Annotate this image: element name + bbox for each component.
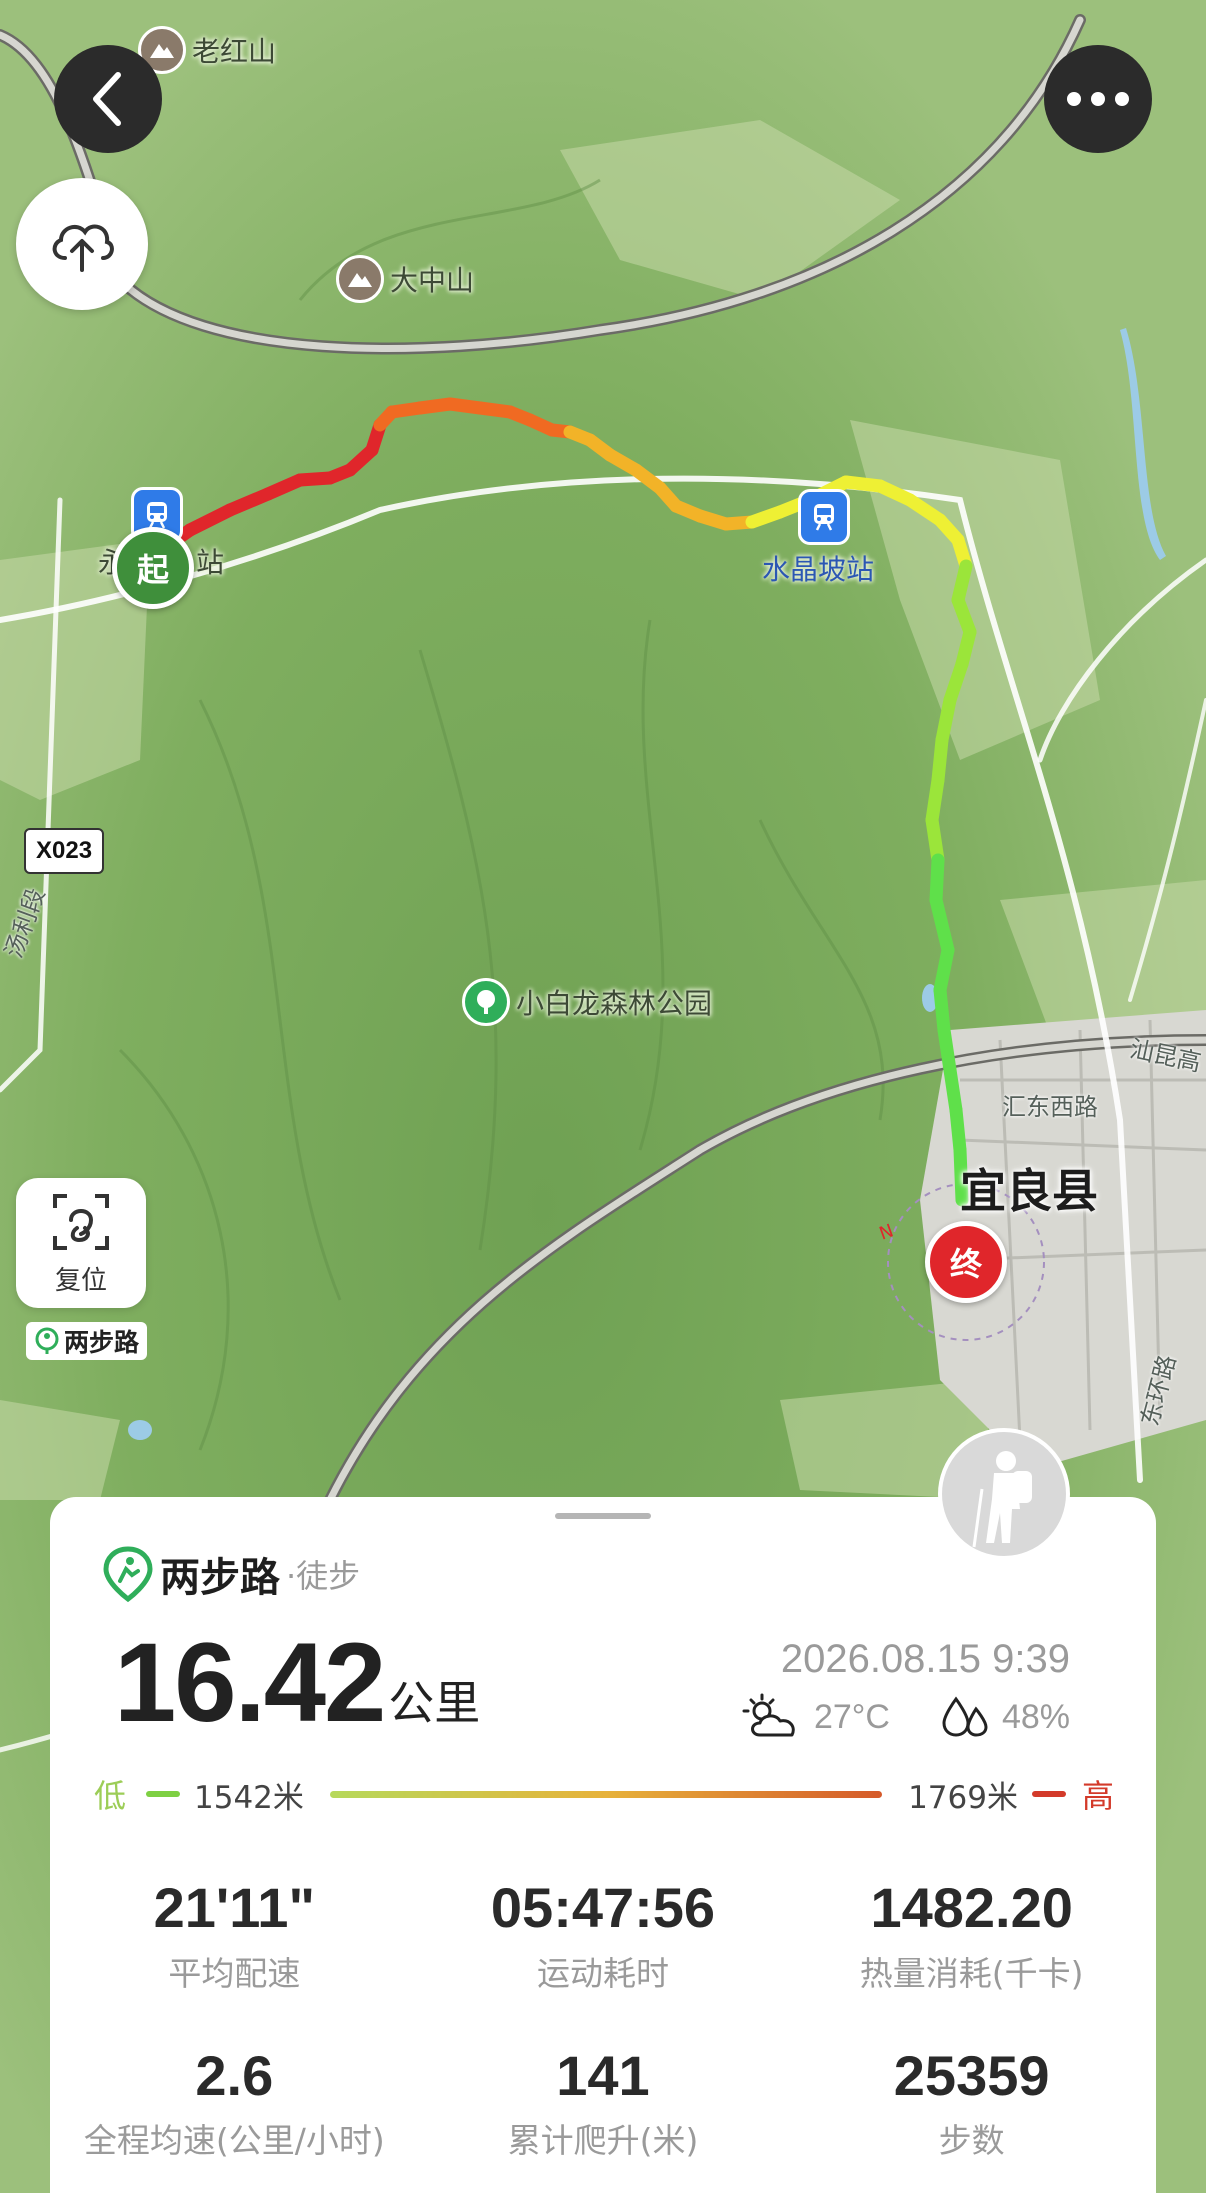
elevation-high-value: 1769米 <box>908 1779 1018 1816</box>
high-color-swatch <box>1031 1791 1066 1797</box>
brand-logo-icon <box>103 1546 153 1603</box>
train-station-icon[interactable] <box>798 489 850 545</box>
chevron-left-icon <box>93 72 121 126</box>
stat-label: 全程均速(公里/小时) <box>83 2121 385 2161</box>
user-avatar[interactable] <box>938 1428 1070 1560</box>
poi-mountain-laohongshan[interactable]: 老红山 <box>138 26 276 74</box>
stat-value: 21'11" <box>153 1876 315 1939</box>
drag-handle[interactable] <box>555 1513 651 1519</box>
elevation-legend: 低 1542米 1769米 高 <box>94 1769 1114 1819</box>
humidity-icon <box>942 1696 988 1737</box>
stat-value: 25359 <box>893 2043 1050 2107</box>
stat-label: 热量消耗(千卡) <box>859 1953 1084 1993</box>
hiker-avatar-icon <box>972 1451 1032 1548</box>
total-distance: 16.42 公里 <box>114 1627 480 1739</box>
road-badge-x023[interactable]: X023 <box>24 828 105 874</box>
mountain-icon <box>336 255 384 303</box>
poi-label: 老红山 <box>192 35 277 68</box>
stat-label: 运动耗时 <box>536 1953 669 1993</box>
elevation-low-value: 1542米 <box>194 1779 304 1816</box>
activity-type: ·徒步 <box>286 1557 361 1595</box>
stat-elevation-gain: 141 累计爬升(米) <box>419 2043 788 2163</box>
brand-watermark: 两步路 <box>26 1322 148 1360</box>
stat-calories: 1482.20 热量消耗(千卡) <box>787 1877 1156 1995</box>
stat-label: 步数 <box>938 2121 1005 2161</box>
stat-value: 2.6 <box>195 2043 274 2107</box>
stat-value: 1482.20 <box>870 1876 1073 1939</box>
back-button[interactable] <box>54 45 162 153</box>
stat-label: 累计爬升(米) <box>507 2121 699 2161</box>
cloud-upload-icon <box>52 224 114 272</box>
reset-label: 复位 <box>54 1265 107 1296</box>
poi-label: 小白龙森林公园 <box>516 987 713 1020</box>
stat-avg-pace: 21'11" 平均配速 <box>50 1877 419 1995</box>
road-label-huidong: 汇东西路 <box>1002 1093 1098 1121</box>
city-label: 宜良县 <box>960 1164 1098 1218</box>
elevation-low-label: 低 <box>94 1777 127 1815</box>
route-end-marker[interactable]: 终 <box>925 1221 1007 1303</box>
distance-value: 16.42 <box>114 1620 386 1745</box>
stat-avg-speed: 2.6 全程均速(公里/小时) <box>50 2043 419 2163</box>
stat-label: 平均配速 <box>168 1953 301 1993</box>
elevation-gradient-bar <box>329 1790 883 1798</box>
low-color-swatch <box>146 1791 180 1797</box>
stat-steps: 25359 步数 <box>787 2043 1156 2163</box>
elevation-high-label: 高 <box>1081 1777 1114 1815</box>
temperature: 27°C <box>813 1697 890 1736</box>
reset-view-button[interactable]: 复位 <box>16 1178 146 1308</box>
stat-value: 141 <box>556 2043 650 2107</box>
tree-icon <box>462 978 510 1026</box>
more-dots-icon <box>1067 92 1129 106</box>
more-button[interactable] <box>1044 45 1152 153</box>
activity-datetime: 2026.08.15 9:39 <box>780 1637 1070 1681</box>
brand-name: 两步路 <box>160 1555 280 1601</box>
cloud-upload-button[interactable] <box>16 178 148 310</box>
humidity: 48% <box>1001 1697 1070 1736</box>
stat-duration: 05:47:56 运动耗时 <box>419 1877 788 1995</box>
poi-label: 大中山 <box>390 264 475 297</box>
stat-value: 05:47:56 <box>490 1876 716 1939</box>
poi-mountain-dazhongshan[interactable]: 大中山 <box>336 255 474 303</box>
route-start-marker[interactable]: 起 <box>112 527 194 609</box>
brand-tag-label: 两步路 <box>64 1328 140 1357</box>
track-summary-card: 两步路 ·徒步 16.42 公里 2026.08.15 9:39 27°C 48… <box>50 1497 1156 2193</box>
brand-row: 两步路 ·徒步 <box>102 1545 360 1603</box>
partly-cloudy-icon <box>742 1693 795 1737</box>
reset-location-icon <box>53 1193 109 1250</box>
weather-row: 27°C 48% <box>742 1693 1070 1741</box>
brand-logo-icon <box>35 1327 59 1354</box>
distance-unit: 公里 <box>388 1676 481 1730</box>
stats-grid: 21'11" 平均配速 05:47:56 运动耗时 1482.20 热量消耗(千… <box>50 1877 1156 2162</box>
station-label-crystal[interactable]: 水晶坡站 <box>762 548 874 588</box>
poi-park-xiaobailong[interactable]: 小白龙森林公园 <box>462 978 712 1026</box>
